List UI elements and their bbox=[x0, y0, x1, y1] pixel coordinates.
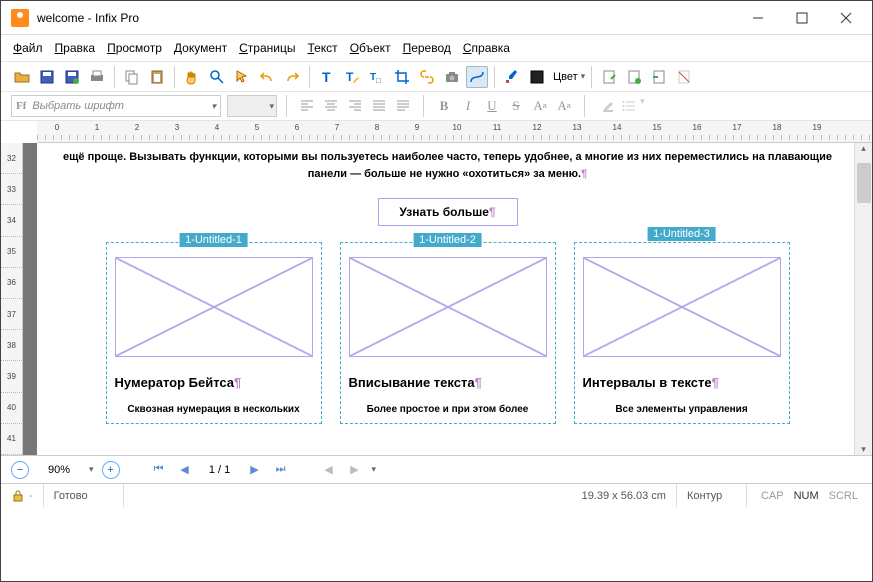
zoom-in-button[interactable]: + bbox=[102, 461, 120, 479]
learn-more-button[interactable]: Узнать больше¶ bbox=[378, 198, 518, 226]
prev-page-button[interactable]: ◀ bbox=[176, 461, 194, 479]
menu-файл[interactable]: Файл bbox=[13, 41, 43, 55]
crop-icon[interactable] bbox=[391, 66, 413, 88]
doc3-icon[interactable] bbox=[648, 66, 670, 88]
image-placeholder bbox=[349, 257, 547, 357]
align-center-icon[interactable] bbox=[320, 95, 342, 117]
lock-icon bbox=[11, 489, 25, 503]
card-label: 1-Untitled-1 bbox=[179, 233, 248, 247]
status-ready: Готово bbox=[44, 484, 124, 507]
bold-button[interactable]: B bbox=[433, 95, 455, 117]
saveas-icon[interactable] bbox=[61, 66, 83, 88]
zoom-out-button[interactable]: − bbox=[11, 461, 29, 479]
svg-text:□: □ bbox=[376, 76, 381, 85]
image-placeholder bbox=[115, 257, 313, 357]
nav-back-button[interactable]: ◀ bbox=[320, 461, 338, 479]
maximize-button[interactable] bbox=[780, 3, 824, 33]
close-button[interactable] bbox=[824, 3, 868, 33]
undo-icon[interactable] bbox=[256, 66, 278, 88]
color-label: Цвет bbox=[553, 71, 578, 83]
page-input[interactable] bbox=[202, 461, 238, 479]
last-page-button[interactable]: ⏭ bbox=[272, 461, 290, 479]
doc1-icon[interactable] bbox=[598, 66, 620, 88]
sub-button[interactable]: Aa bbox=[553, 95, 575, 117]
status-cap: CAP bbox=[761, 490, 784, 502]
card-1[interactable]: 1-Untitled-1Нумератор Бейтса¶Сквозная ну… bbox=[106, 242, 322, 424]
copy-icon[interactable] bbox=[121, 66, 143, 88]
align-justify2-icon[interactable] bbox=[392, 95, 414, 117]
strike-button[interactable]: S bbox=[505, 95, 527, 117]
status-coords: 19.39 x 56.03 cm bbox=[572, 484, 677, 507]
align-justify-icon[interactable] bbox=[368, 95, 390, 117]
card-label: 1-Untitled-2 bbox=[413, 233, 482, 247]
align-left-icon[interactable] bbox=[296, 95, 318, 117]
ruler-vertical: 32333435363738394041 bbox=[1, 143, 23, 455]
menu-просмотр[interactable]: Просмотр bbox=[107, 41, 162, 55]
app-icon bbox=[11, 9, 29, 27]
card-desc: Сквозная нумерация в нескольких bbox=[115, 404, 313, 415]
status-scrl: SCRL bbox=[829, 490, 858, 502]
open-icon[interactable] bbox=[11, 66, 33, 88]
paste-icon[interactable] bbox=[146, 66, 168, 88]
zoom-value[interactable]: 90% bbox=[37, 464, 81, 476]
card-desc: Все элементы управления bbox=[583, 404, 781, 415]
pointer-icon[interactable] bbox=[231, 66, 253, 88]
menu-документ[interactable]: Документ bbox=[174, 41, 227, 55]
fillcolor-icon[interactable] bbox=[526, 66, 548, 88]
card-title: Вписывание текста¶ bbox=[349, 375, 547, 390]
print-icon[interactable] bbox=[86, 66, 108, 88]
svg-text:T: T bbox=[346, 70, 354, 84]
underline-button[interactable]: U bbox=[481, 95, 503, 117]
align-right-icon[interactable] bbox=[344, 95, 366, 117]
hand-icon[interactable] bbox=[181, 66, 203, 88]
scrollbar-vertical[interactable]: ▴▾ bbox=[854, 143, 872, 455]
link-icon[interactable] bbox=[416, 66, 438, 88]
highlight-icon[interactable] bbox=[598, 96, 618, 116]
intro-text: ещё проще. Вызывать функции, которыми вы… bbox=[57, 149, 838, 182]
text-link-icon[interactable]: T□ bbox=[366, 66, 388, 88]
doc2-icon[interactable] bbox=[623, 66, 645, 88]
redo-icon[interactable] bbox=[281, 66, 303, 88]
camera-icon[interactable] bbox=[441, 66, 463, 88]
menu-правка[interactable]: Правка bbox=[55, 41, 96, 55]
list-icon[interactable] bbox=[619, 96, 639, 116]
status-num: NUM bbox=[794, 490, 819, 502]
menu-перевод[interactable]: Перевод bbox=[403, 41, 451, 55]
document-page[interactable]: ещё проще. Вызывать функции, которыми вы… bbox=[37, 143, 858, 455]
menu-справка[interactable]: Справка bbox=[463, 41, 510, 55]
image-placeholder bbox=[583, 257, 781, 357]
italic-button[interactable]: I bbox=[457, 95, 479, 117]
window-title: welcome - Infix Pro bbox=[37, 11, 736, 25]
menu-страницы[interactable]: Страницы bbox=[239, 41, 295, 55]
card-title: Нумератор Бейтса¶ bbox=[115, 375, 313, 390]
zoom-icon[interactable] bbox=[206, 66, 228, 88]
nav-fwd-button[interactable]: ▶ bbox=[346, 461, 364, 479]
next-page-button[interactable]: ▶ bbox=[246, 461, 264, 479]
menu-объект[interactable]: Объект bbox=[350, 41, 391, 55]
super-button[interactable]: Aa bbox=[529, 95, 551, 117]
text-edit-icon[interactable]: T bbox=[341, 66, 363, 88]
card-title: Интервалы в тексте¶ bbox=[583, 375, 781, 390]
first-page-button[interactable]: ⏮ bbox=[150, 461, 168, 479]
card-desc: Более простое и при этом более bbox=[349, 404, 547, 415]
menu-текст[interactable]: Текст bbox=[307, 41, 337, 55]
status-mode[interactable]: Контур bbox=[677, 484, 747, 507]
ruler-horizontal: 012345678910111213141516171819 bbox=[37, 121, 872, 143]
font-size[interactable]: ▾ bbox=[227, 95, 277, 117]
eyedrop-icon[interactable] bbox=[501, 66, 523, 88]
save-icon[interactable] bbox=[36, 66, 58, 88]
doc4-icon[interactable] bbox=[673, 66, 695, 88]
svg-text:T: T bbox=[322, 69, 331, 85]
card-label: 1-Untitled-3 bbox=[647, 227, 716, 241]
minimize-button[interactable] bbox=[736, 3, 780, 33]
font-select[interactable]: Ff Выбрать шрифт ▾ bbox=[11, 95, 221, 117]
text-tool-icon[interactable]: T bbox=[316, 66, 338, 88]
card-2[interactable]: 1-Untitled-2Вписывание текста¶Более прос… bbox=[340, 242, 556, 424]
curve-icon[interactable] bbox=[466, 66, 488, 88]
card-3[interactable]: 1-Untitled-3Интервалы в тексте¶Все элеме… bbox=[574, 242, 790, 424]
